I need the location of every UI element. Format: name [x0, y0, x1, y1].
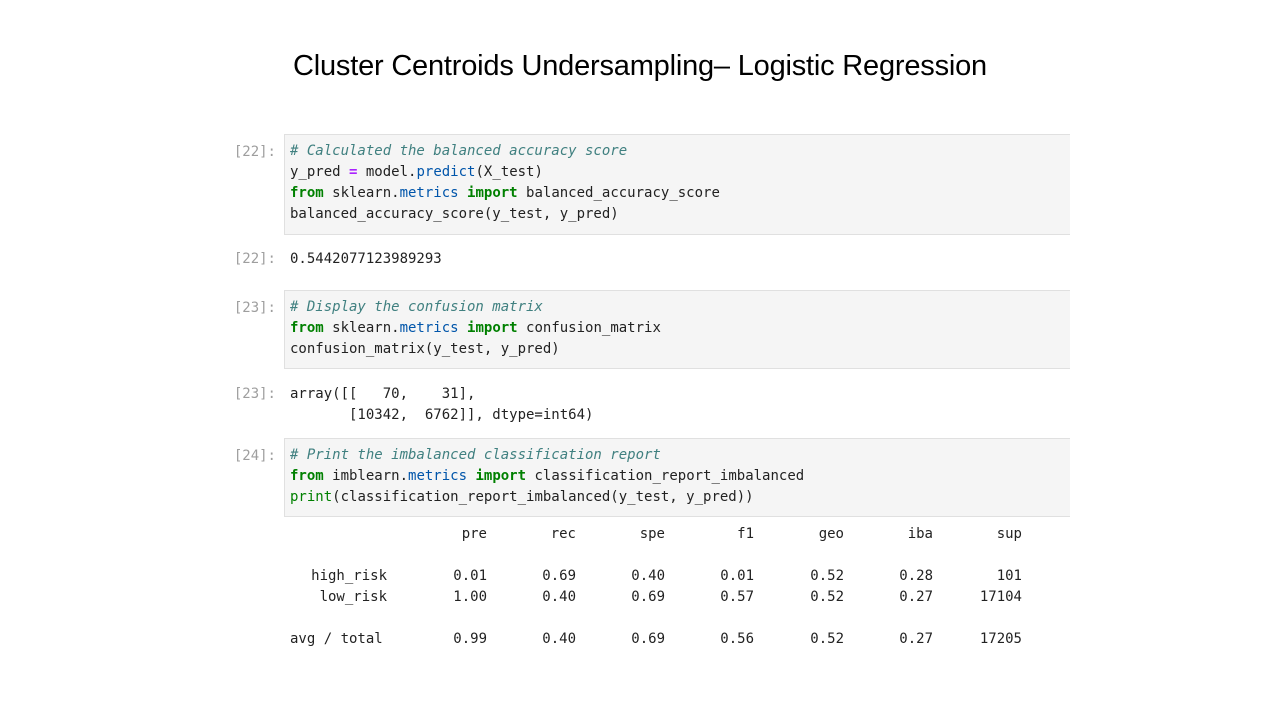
code-line: from imblearn.metrics import classificat…: [290, 466, 1070, 487]
cell-24-input[interactable]: # Print the imbalanced classification re…: [284, 438, 1070, 517]
code-text: sklearn.: [323, 320, 400, 336]
report-row-label: high_risk: [311, 568, 387, 584]
code-line: # Display the confusion matrix: [290, 297, 1070, 318]
report-header: spe: [639, 526, 665, 542]
code-line: y_pred = model.predict(X_test): [290, 162, 1070, 183]
code-text: imblearn.: [323, 468, 409, 484]
code-line: from sklearn.metrics import balanced_acc…: [290, 183, 1070, 204]
code-text: balanced_accuracy_score(y_test, y_pred): [290, 206, 619, 222]
report-header: f1: [737, 526, 754, 542]
cell-23-output: array([[ 70, 31], [10342, 6762]], dtype=…: [290, 384, 593, 426]
output-line: [10342, 6762]], dtype=int64): [290, 407, 594, 423]
code-text: (classification_report_imbalanced(y_test…: [332, 489, 754, 505]
report-header: sup: [996, 526, 1022, 542]
report-cell: 0.99: [453, 631, 487, 647]
report-cell: 0.40: [631, 568, 665, 584]
code-line: # Print the imbalanced classification re…: [290, 445, 1070, 466]
code-comment: # Calculated the balanced accuracy score: [290, 143, 628, 159]
report-cell: 0.40: [542, 631, 576, 647]
code-attribute: metrics: [399, 320, 459, 336]
code-attribute: metrics: [408, 468, 468, 484]
report-row-low-risk: low_risk 1.00 0.40 0.69 0.57 0.52 0.27 1…: [290, 587, 1050, 608]
slide-title: Cluster Centroids Undersampling– Logisti…: [293, 50, 987, 82]
output-line: array([[ 70, 31],: [290, 386, 476, 402]
code-attribute: predict: [416, 164, 476, 180]
code-text: y_pred: [290, 164, 350, 180]
code-text: (X_test): [475, 164, 543, 180]
code-keyword: import: [467, 185, 518, 201]
report-cell: 0.52: [810, 568, 844, 584]
cell-22-output-prompt: [22]:: [233, 251, 276, 267]
report-cell: 0.40: [542, 589, 576, 605]
code-keyword: import: [475, 468, 527, 484]
report-cell: 0.01: [720, 568, 754, 584]
report-header: pre: [461, 526, 487, 542]
code-keyword: import: [467, 320, 518, 336]
report-cell: 101: [996, 568, 1022, 584]
report-cell: 0.69: [631, 589, 665, 605]
code-line: print(classification_report_imbalanced(y…: [290, 487, 1070, 508]
report-cell: 1.00: [453, 589, 487, 605]
report-row-total: avg / total 0.99 0.40 0.69 0.56 0.52 0.2…: [290, 629, 1050, 650]
code-builtin: print: [290, 489, 333, 505]
report-row-high-risk: high_risk 0.01 0.69 0.40 0.01 0.52 0.28 …: [290, 566, 1050, 587]
code-line: # Calculated the balanced accuracy score: [290, 141, 1070, 162]
report-cell: 0.01: [453, 568, 487, 584]
code-text: classification_report_imbalanced: [526, 468, 805, 484]
report-row-label: avg / total: [290, 631, 383, 647]
cell-22-input-prompt: [22]:: [233, 144, 276, 160]
report-cell: 0.69: [631, 631, 665, 647]
report-cell: 0.27: [899, 631, 933, 647]
code-line: from sklearn.metrics import confusion_ma…: [290, 318, 1070, 339]
code-keyword: from: [290, 320, 324, 336]
report-cell: 17104: [979, 589, 1022, 605]
report-row-label: low_risk: [319, 589, 387, 605]
report-cell: 0.28: [899, 568, 933, 584]
report-cell: 17205: [979, 631, 1022, 647]
classification-report: pre rec spe f1 geo iba sup high_risk 0.0…: [290, 524, 1050, 650]
report-cell: 0.69: [542, 568, 576, 584]
code-keyword: from: [290, 185, 324, 201]
code-text: confusion_matrix: [517, 320, 661, 336]
cell-23-input[interactable]: # Display the confusion matrix from skle…: [284, 290, 1070, 369]
report-header: geo: [818, 526, 844, 542]
code-text: sklearn.: [323, 185, 400, 201]
report-cell: 0.52: [810, 631, 844, 647]
cell-24-input-prompt: [24]:: [233, 448, 276, 464]
cell-23-input-prompt: [23]:: [233, 300, 276, 316]
cell-23-output-prompt: [23]:: [233, 386, 276, 402]
report-cell: 0.57: [720, 589, 754, 605]
report-cell: 0.52: [810, 589, 844, 605]
code-line: confusion_matrix(y_test, y_pred): [290, 339, 1070, 360]
report-spacer: [290, 608, 1050, 629]
code-line: balanced_accuracy_score(y_test, y_pred): [290, 204, 1070, 225]
report-cell: 0.56: [720, 631, 754, 647]
report-header: rec: [550, 526, 576, 542]
code-text: balanced_accuracy_score: [517, 185, 720, 201]
code-attribute: metrics: [399, 185, 459, 201]
code-keyword: from: [290, 468, 324, 484]
cell-22-output: 0.5442077123989293: [290, 251, 442, 267]
code-comment: # Display the confusion matrix: [290, 299, 543, 315]
report-cell: 0.27: [899, 589, 933, 605]
report-spacer: [290, 545, 1050, 566]
cell-22-input[interactable]: # Calculated the balanced accuracy score…: [284, 134, 1070, 235]
report-header-row: pre rec spe f1 geo iba sup: [290, 524, 1050, 545]
code-comment: # Print the imbalanced classification re…: [290, 447, 661, 463]
report-header: iba: [907, 526, 933, 542]
code-text: model.: [357, 164, 417, 180]
code-text: confusion_matrix(y_test, y_pred): [290, 341, 560, 357]
